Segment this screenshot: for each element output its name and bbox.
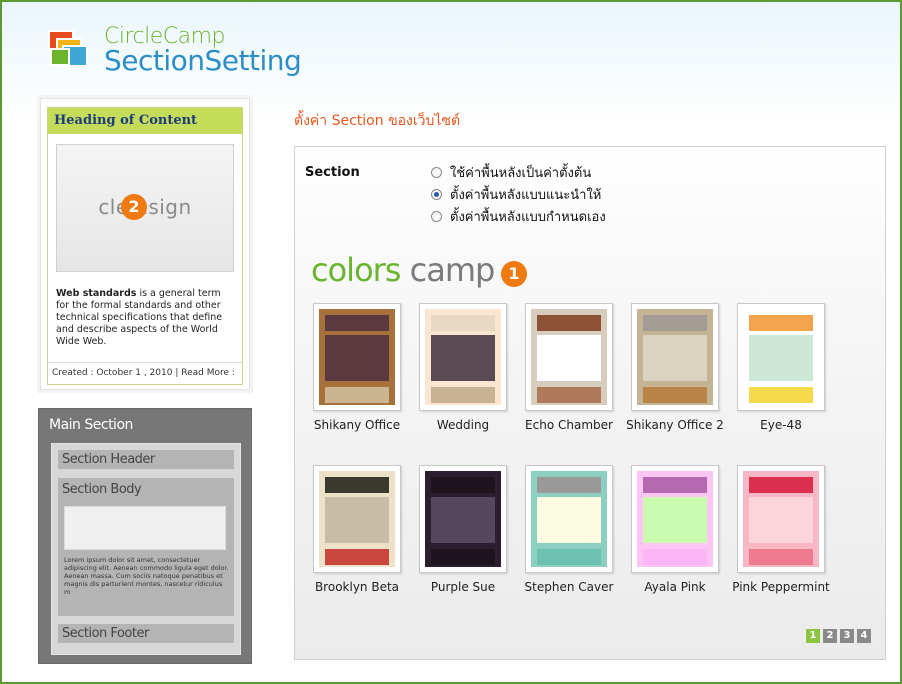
main-section-diagram: Main Section Section Header Section Body…	[38, 408, 252, 664]
page-3-button[interactable]: 3	[840, 629, 854, 643]
theme-name: Echo Chamber	[525, 418, 613, 432]
theme-swatch[interactable]	[737, 303, 825, 411]
theme-item[interactable]: Shikany Office 2	[623, 303, 727, 433]
section-body-image	[64, 506, 226, 550]
colors-camp-word2: camp	[409, 251, 496, 289]
page-frame: CircleCamp SectionSetting Heading of Con…	[0, 0, 902, 684]
section-footer-block[interactable]: Section Footer	[58, 624, 234, 643]
radio-label: ตั้งค่าพื้นหลังแบบแนะนำให้	[450, 187, 602, 203]
theme-swatch[interactable]	[737, 465, 825, 573]
theme-item[interactable]: Pink Peppermint	[729, 465, 833, 595]
logo-icon	[48, 30, 92, 70]
step-2-badge: 2	[121, 194, 147, 220]
preview-image: cle esign 2	[56, 144, 234, 272]
theme-item[interactable]: Echo Chamber	[517, 303, 621, 433]
section-header-block[interactable]: Section Header	[58, 450, 234, 469]
background-option-1[interactable]: ใช้ค่าพื้นหลังเป็นค่าตั้งต้น	[431, 161, 606, 183]
preview-footer: Created : October 1 , 2010 | Read More :	[48, 362, 242, 384]
theme-item[interactable]: Brooklyn Beta	[305, 465, 409, 595]
preview-description: Web standards is a general term for the …	[56, 288, 234, 348]
radio-label: ตั้งค่าพื้นหลังแบบกำหนดเอง	[450, 209, 606, 225]
preview-heading: Heading of Content	[48, 108, 242, 134]
colors-camp-word1: colors	[311, 251, 401, 289]
radio-button[interactable]	[431, 188, 442, 200]
settings-panel: Section ใช้ค่าพื้นหลังเป็นค่าตั้งต้นตั้ง…	[294, 146, 886, 660]
section-body-block[interactable]: Section Body Lorem ipsum dolor sit amet,…	[58, 478, 234, 616]
preview-desc-bold: Web standards	[56, 288, 137, 299]
theme-swatch[interactable]	[525, 303, 613, 411]
settings-title: ตั้งค่า Section ของเว็บไซต์	[294, 113, 461, 129]
step-1-badge: 1	[501, 261, 527, 287]
page-4-button[interactable]: 4	[857, 629, 871, 643]
logo-main-text: SectionSetting	[104, 44, 302, 77]
page-2-button[interactable]: 2	[823, 629, 837, 643]
section-body-text: Lorem ipsum dolor sit amet, consectetuer…	[64, 556, 229, 596]
radio-button[interactable]	[431, 210, 442, 222]
theme-name: Stephen Caver	[524, 580, 614, 594]
theme-item[interactable]: Eye-48	[729, 303, 833, 433]
theme-item[interactable]: Wedding	[411, 303, 515, 433]
pagination: 1234	[806, 629, 871, 643]
theme-swatch[interactable]	[631, 303, 719, 411]
main-section-title: Main Section	[49, 417, 133, 433]
theme-swatch[interactable]	[313, 303, 401, 411]
background-option-2[interactable]: ตั้งค่าพื้นหลังแบบแนะนำให้	[431, 183, 606, 205]
theme-name: Eye-48	[760, 418, 802, 432]
theme-name: Pink Peppermint	[732, 580, 830, 594]
theme-name: Shikany Office	[313, 418, 401, 432]
colors-camp-title: colors camp	[311, 251, 496, 289]
theme-swatch[interactable]	[419, 303, 507, 411]
theme-name: Shikany Office 2	[626, 418, 724, 432]
theme-swatch[interactable]	[419, 465, 507, 573]
section-body-label: Section Body	[62, 482, 142, 497]
page-1-button[interactable]: 1	[806, 629, 820, 643]
content-preview-card: Heading of Content cle esign 2 Web stand…	[40, 98, 250, 390]
radio-label: ใช้ค่าพื้นหลังเป็นค่าตั้งต้น	[450, 165, 592, 181]
theme-item[interactable]: Ayala Pink	[623, 465, 727, 595]
theme-name: Ayala Pink	[644, 580, 706, 594]
theme-name: Purple Sue	[430, 580, 496, 594]
theme-swatch[interactable]	[631, 465, 719, 573]
logo: CircleCamp SectionSetting	[48, 20, 348, 90]
theme-swatch[interactable]	[525, 465, 613, 573]
radio-button[interactable]	[431, 166, 442, 178]
background-option-3[interactable]: ตั้งค่าพื้นหลังแบบกำหนดเอง	[431, 205, 606, 227]
theme-name: Wedding	[436, 418, 490, 432]
theme-item[interactable]: Stephen Caver	[517, 465, 621, 595]
section-label: Section	[305, 165, 360, 180]
theme-name: Brooklyn Beta	[314, 580, 400, 594]
theme-swatch[interactable]	[313, 465, 401, 573]
background-options: ใช้ค่าพื้นหลังเป็นค่าตั้งต้นตั้งค่าพื้นห…	[431, 161, 606, 227]
theme-item[interactable]: Purple Sue	[411, 465, 515, 595]
theme-item[interactable]: Shikany Office	[305, 303, 409, 433]
